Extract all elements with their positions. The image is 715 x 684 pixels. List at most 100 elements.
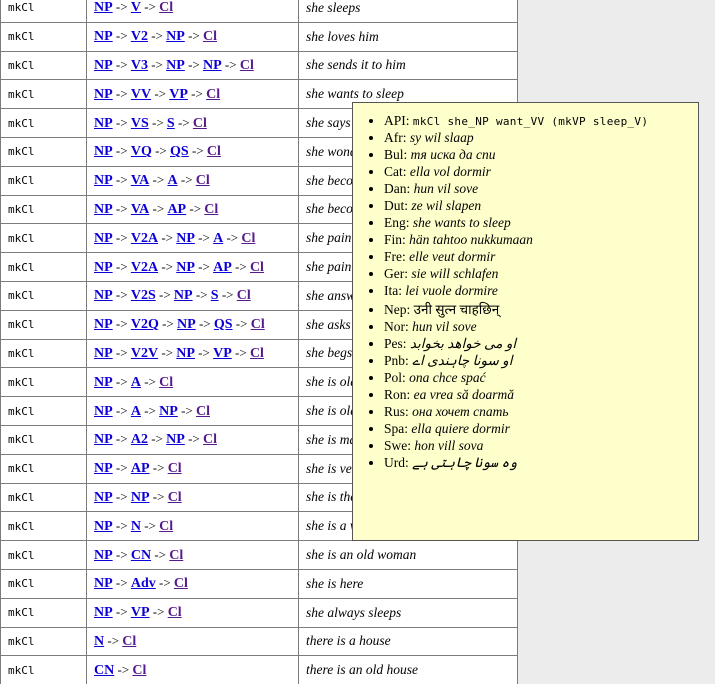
category-link-n[interactable]: N bbox=[94, 634, 104, 649]
category-link-vs[interactable]: VS bbox=[131, 116, 149, 131]
arrow-separator: -> bbox=[113, 172, 131, 187]
category-link-vv[interactable]: VV bbox=[131, 87, 151, 102]
category-link-cl[interactable]: Cl bbox=[250, 346, 264, 361]
category-link-cl[interactable]: Cl bbox=[159, 375, 173, 390]
category-link-cn[interactable]: CN bbox=[131, 548, 151, 563]
category-link-np[interactable]: NP bbox=[176, 260, 195, 275]
function-name-cell: mkCl bbox=[1, 281, 87, 310]
category-link-v2[interactable]: V2 bbox=[131, 29, 148, 44]
category-link-np[interactable]: NP bbox=[159, 404, 178, 419]
category-link-cl[interactable]: Cl bbox=[251, 317, 265, 332]
category-link-cl[interactable]: Cl bbox=[174, 576, 188, 591]
category-link-np[interactable]: NP bbox=[94, 0, 113, 15]
category-link-va[interactable]: VA bbox=[131, 202, 149, 217]
category-link-v[interactable]: V bbox=[131, 0, 141, 15]
category-link-cl[interactable]: Cl bbox=[240, 58, 254, 73]
category-link-np[interactable]: NP bbox=[94, 58, 113, 73]
category-link-cl[interactable]: Cl bbox=[169, 548, 183, 563]
category-link-qs[interactable]: QS bbox=[170, 144, 189, 159]
category-link-cl[interactable]: Cl bbox=[168, 461, 182, 476]
category-link-np[interactable]: NP bbox=[94, 173, 113, 188]
category-link-np[interactable]: NP bbox=[94, 548, 113, 563]
category-link-np[interactable]: NP bbox=[94, 519, 113, 534]
category-link-a[interactable]: A bbox=[131, 375, 141, 390]
category-link-cl[interactable]: Cl bbox=[159, 519, 173, 534]
category-link-np[interactable]: NP bbox=[94, 404, 113, 419]
category-link-a2[interactable]: A2 bbox=[131, 432, 148, 447]
category-link-v2a[interactable]: V2A bbox=[131, 231, 158, 246]
category-link-cl[interactable]: Cl bbox=[122, 634, 136, 649]
category-link-a[interactable]: A bbox=[213, 231, 223, 246]
category-link-np[interactable]: NP bbox=[94, 87, 113, 102]
category-link-cl[interactable]: Cl bbox=[206, 87, 220, 102]
category-link-cl[interactable]: Cl bbox=[204, 202, 218, 217]
translations-list: API: mkCl she_NP want_VV (mkVP sleep_V)A… bbox=[353, 113, 698, 471]
category-link-np[interactable]: NP bbox=[94, 288, 113, 303]
category-link-np[interactable]: NP bbox=[166, 58, 185, 73]
category-link-a[interactable]: A bbox=[167, 173, 177, 188]
arrow-separator: -> bbox=[149, 201, 167, 216]
rule-signature-cell: NP -> VV -> VP -> Cl bbox=[87, 80, 299, 109]
arrow-separator: -> bbox=[193, 287, 211, 302]
category-link-a[interactable]: A bbox=[131, 404, 141, 419]
category-link-np[interactable]: NP bbox=[94, 144, 113, 159]
category-link-v2s[interactable]: V2S bbox=[131, 288, 156, 303]
category-link-cl[interactable]: Cl bbox=[196, 404, 210, 419]
category-link-cl[interactable]: Cl bbox=[250, 260, 264, 275]
category-link-vp[interactable]: VP bbox=[131, 605, 150, 620]
category-link-np[interactable]: NP bbox=[176, 346, 195, 361]
category-link-adv[interactable]: Adv bbox=[131, 576, 156, 591]
category-link-cl[interactable]: Cl bbox=[193, 116, 207, 131]
rule-signature-cell: NP -> V2 -> NP -> Cl bbox=[87, 22, 299, 51]
category-link-cl[interactable]: Cl bbox=[203, 432, 217, 447]
category-link-np[interactable]: NP bbox=[176, 231, 195, 246]
category-link-s[interactable]: S bbox=[211, 288, 219, 303]
category-link-s[interactable]: S bbox=[167, 116, 175, 131]
category-link-qs[interactable]: QS bbox=[214, 317, 233, 332]
category-link-ap[interactable]: AP bbox=[131, 461, 150, 476]
category-link-np[interactable]: NP bbox=[94, 576, 113, 591]
category-link-np[interactable]: NP bbox=[94, 432, 113, 447]
category-link-cl[interactable]: Cl bbox=[132, 663, 146, 678]
category-link-cl[interactable]: Cl bbox=[168, 490, 182, 505]
category-link-np[interactable]: NP bbox=[174, 288, 193, 303]
category-link-va[interactable]: VA bbox=[131, 173, 149, 188]
category-link-ap[interactable]: AP bbox=[167, 202, 186, 217]
category-link-v2a[interactable]: V2A bbox=[131, 260, 158, 275]
category-link-cl[interactable]: Cl bbox=[168, 605, 182, 620]
category-link-np[interactable]: NP bbox=[94, 375, 113, 390]
category-link-np[interactable]: NP bbox=[94, 29, 113, 44]
category-link-np[interactable]: NP bbox=[94, 461, 113, 476]
rule-signature-cell: CN -> Cl bbox=[87, 656, 299, 684]
category-link-cn[interactable]: CN bbox=[94, 663, 114, 678]
category-link-np[interactable]: NP bbox=[94, 202, 113, 217]
category-link-v2q[interactable]: V2Q bbox=[131, 317, 159, 332]
category-link-np[interactable]: NP bbox=[94, 346, 113, 361]
category-link-ap[interactable]: AP bbox=[213, 260, 232, 275]
category-link-cl[interactable]: Cl bbox=[241, 231, 255, 246]
category-link-np[interactable]: NP bbox=[94, 231, 113, 246]
category-link-np[interactable]: NP bbox=[94, 605, 113, 620]
category-link-n[interactable]: N bbox=[131, 519, 141, 534]
category-link-np[interactable]: NP bbox=[94, 116, 113, 131]
category-link-cl[interactable]: Cl bbox=[207, 144, 221, 159]
category-link-np[interactable]: NP bbox=[94, 317, 113, 332]
category-link-vp[interactable]: VP bbox=[169, 87, 188, 102]
language-label: Nep: bbox=[384, 302, 414, 317]
category-link-cl[interactable]: Cl bbox=[196, 173, 210, 188]
category-link-np[interactable]: NP bbox=[131, 490, 150, 505]
category-link-cl[interactable]: Cl bbox=[237, 288, 251, 303]
category-link-vp[interactable]: VP bbox=[213, 346, 232, 361]
category-link-np[interactable]: NP bbox=[177, 317, 196, 332]
category-link-v3[interactable]: V3 bbox=[131, 58, 148, 73]
language-label: Ger: bbox=[384, 266, 411, 281]
category-link-vq[interactable]: VQ bbox=[131, 144, 152, 159]
category-link-np[interactable]: NP bbox=[94, 260, 113, 275]
category-link-np[interactable]: NP bbox=[203, 58, 222, 73]
category-link-v2v[interactable]: V2V bbox=[131, 346, 158, 361]
category-link-np[interactable]: NP bbox=[94, 490, 113, 505]
category-link-np[interactable]: NP bbox=[166, 432, 185, 447]
category-link-cl[interactable]: Cl bbox=[203, 29, 217, 44]
category-link-np[interactable]: NP bbox=[166, 29, 185, 44]
category-link-cl[interactable]: Cl bbox=[159, 0, 173, 15]
